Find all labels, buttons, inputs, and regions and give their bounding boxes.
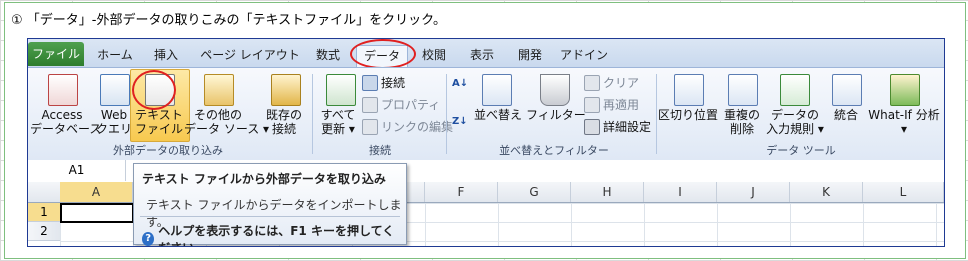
web-query-icon <box>100 74 130 106</box>
row-header-2[interactable]: 2 <box>28 222 61 241</box>
other-sources-icon <box>204 74 234 106</box>
text-file-tooltip: テキスト ファイルから外部データを取り込み テキスト ファイルからデータをインポ… <box>133 163 407 246</box>
existing-connections-button[interactable]: 既存の 接続 <box>258 108 310 136</box>
clear-filter-icon <box>584 74 600 91</box>
column-header-j[interactable]: J <box>717 182 790 202</box>
access-button[interactable]: Access データベース <box>30 108 101 136</box>
tab-view[interactable]: 表示 <box>462 45 502 65</box>
sort-ascending-icon[interactable]: A↓ <box>452 78 468 89</box>
column-header-i[interactable]: I <box>644 182 717 202</box>
group-label-external-data: 外部データの取り込み <box>113 144 223 157</box>
connections-button[interactable]: 接続 <box>362 74 405 91</box>
sort-descending-icon[interactable]: Z↓ <box>452 116 468 127</box>
column-header-h[interactable]: H <box>571 182 644 202</box>
consolidate-button[interactable]: 統合 <box>826 108 866 122</box>
ribbon-data: Access データベース Web クエリ テキスト ファイル その他の データ ソース… <box>28 67 944 187</box>
edit-links-icon <box>362 118 378 135</box>
help-icon: ? <box>142 232 155 246</box>
column-header-l[interactable]: L <box>863 182 944 202</box>
group-separator <box>446 74 447 154</box>
select-all-corner[interactable] <box>28 182 61 202</box>
properties-icon <box>362 96 378 113</box>
refresh-all-icon <box>326 74 356 106</box>
text-to-columns-icon <box>674 74 704 106</box>
tooltip-help-text: ヘルプを表示するには、F1 キーを押してください。 <box>158 224 395 246</box>
refresh-all-button[interactable]: すべて 更新 ▾ <box>316 108 360 136</box>
ribbon-tabs: ファイル ホーム 挿入 ページ レイアウト 数式 データ 校閲 表示 開発 アド… <box>28 39 944 69</box>
what-if-analysis-icon <box>890 74 920 106</box>
data-tab-highlight-oval <box>350 39 416 69</box>
tab-developer[interactable]: 開発 <box>510 45 550 65</box>
tooltip-help: ? ヘルプを表示するには、F1 キーを押してください。 <box>142 222 406 246</box>
tab-review[interactable]: 校閲 <box>414 45 454 65</box>
group-separator <box>656 74 657 154</box>
column-header-g[interactable]: G <box>498 182 571 202</box>
advanced-filter-icon <box>584 118 600 135</box>
sort-button[interactable]: 並べ替え <box>472 108 524 122</box>
reapply-icon <box>584 96 600 113</box>
filter-button[interactable]: フィルター <box>526 108 586 122</box>
clear-button[interactable]: クリア <box>584 74 639 91</box>
tab-formulas[interactable]: 数式 <box>310 45 346 65</box>
name-box[interactable]: A1 <box>28 160 126 181</box>
group-label-data-tools: データ ツール <box>766 144 836 157</box>
data-validation-button[interactable]: データの 入力規則 ▾ <box>766 108 824 136</box>
group-label-sort-filter: 並べ替えとフィルター <box>499 144 609 157</box>
tab-file[interactable]: ファイル <box>28 42 84 66</box>
tooltip-divider <box>140 216 400 217</box>
text-to-columns-button[interactable]: 区切り位置 <box>658 108 718 122</box>
remove-duplicates-button[interactable]: 重複の 削除 <box>718 108 766 136</box>
tab-page-layout[interactable]: ページ レイアウト <box>194 45 306 65</box>
tab-home[interactable]: ホーム <box>90 45 140 65</box>
existing-connections-icon <box>271 74 301 106</box>
text-file-highlight-oval <box>132 70 176 110</box>
properties-button[interactable]: プロパティ <box>362 96 440 113</box>
column-header-k[interactable]: K <box>790 182 863 202</box>
text-file-button[interactable]: テキスト ファイル <box>130 108 188 136</box>
connections-icon <box>362 74 378 91</box>
row-header-1[interactable]: 1 <box>28 203 61 222</box>
tab-insert[interactable]: 挿入 <box>144 45 188 65</box>
edit-links-button[interactable]: リンクの編集 <box>362 118 453 135</box>
excel-window: ファイル ホーム 挿入 ページ レイアウト 数式 データ 校閲 表示 開発 アド… <box>27 38 945 247</box>
advanced-filter-button[interactable]: 詳細設定 <box>584 118 651 135</box>
reapply-button[interactable]: 再適用 <box>584 96 639 113</box>
tooltip-title: テキスト ファイルから外部データを取り込み <box>142 172 386 186</box>
data-validation-icon <box>780 74 810 106</box>
group-label-connections: 接続 <box>369 144 391 157</box>
remove-duplicates-icon <box>728 74 758 106</box>
sort-icon <box>482 74 512 106</box>
filter-icon <box>540 74 570 106</box>
other-sources-button[interactable]: その他の データ ソース ▾ <box>184 108 269 136</box>
column-header-f[interactable]: F <box>425 182 498 202</box>
access-icon <box>48 74 78 106</box>
active-cell-a1[interactable] <box>60 203 134 223</box>
column-header-a[interactable]: A <box>60 182 133 202</box>
consolidate-icon <box>832 74 862 106</box>
group-separator <box>312 74 313 154</box>
what-if-analysis-button[interactable]: What-If 分析 ▾ <box>864 108 944 136</box>
tab-addins[interactable]: アドイン <box>558 45 610 65</box>
instruction-text: ① 「データ」-外部データの取りこみの「テキストファイル」をクリック。 <box>11 13 447 28</box>
